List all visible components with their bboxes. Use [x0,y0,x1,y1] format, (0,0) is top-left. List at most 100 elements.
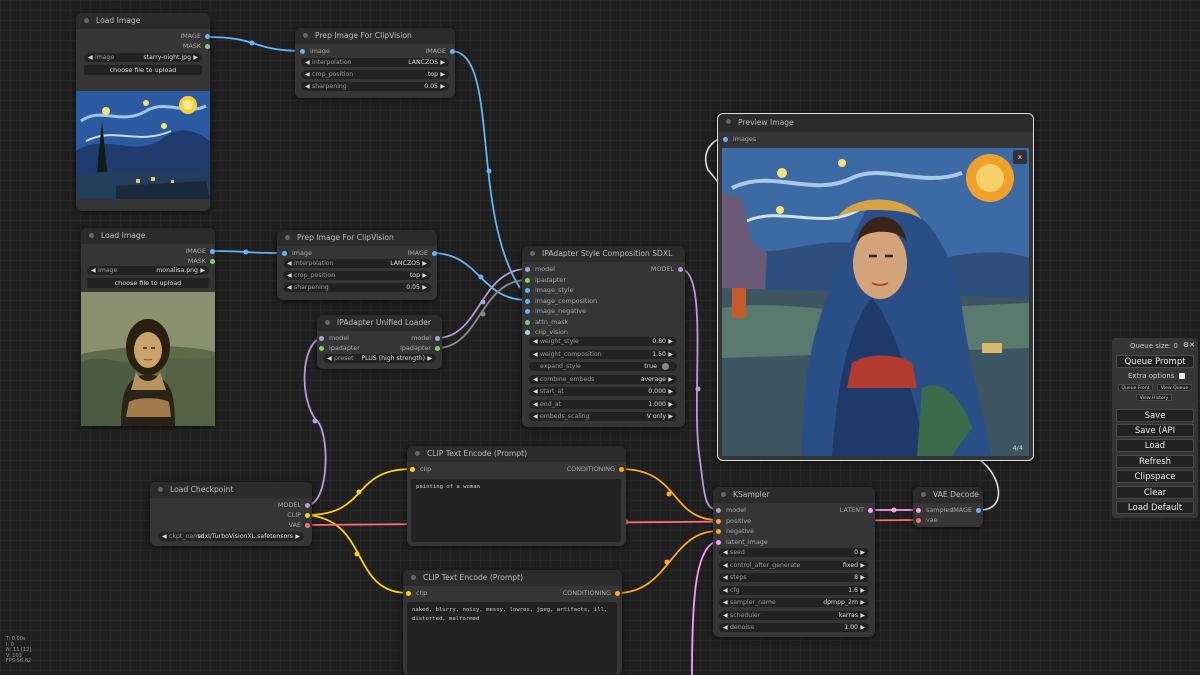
input-image[interactable]: image [300,46,330,56]
node-load-checkpoint[interactable]: Load Checkpoint MODEL CLIP VAE ◀ ckpt_nam… [150,482,312,546]
input-ipadapter[interactable]: ipadapter [525,275,566,285]
output-image[interactable]: IMAGE [141,31,210,41]
expand-style-toggle[interactable]: expand_style true [529,362,677,371]
refresh-button[interactable]: Refresh [1116,455,1194,468]
node-title[interactable]: IPAdapter Unified Loader [317,315,442,331]
close-icon[interactable]: ✕ [1189,341,1195,349]
input-model[interactable]: model [716,505,746,515]
output-conditioning[interactable]: CONDITIONING [535,464,624,474]
node-title[interactable]: Prep Image For ClipVision [277,230,437,246]
preset-combo[interactable]: ◀ preset PLUS (high strength) ▶ [323,354,436,363]
node-title[interactable]: VAE Decode [913,487,983,503]
node-clip-text-encode-positive[interactable]: CLIP Text Encode (Prompt) clip CONDITION… [407,446,626,546]
input-image-composition[interactable]: image_composition [525,296,597,306]
collapse-dot[interactable] [721,492,726,497]
seed-number[interactable]: ◀ seed 0 ▶ [719,548,869,557]
clear-button[interactable]: Clear [1116,486,1194,499]
queue-prompt-button[interactable]: Queue Prompt [1116,355,1194,368]
collapse-dot[interactable] [325,320,330,325]
node-prep-image-1[interactable]: Prep Image For ClipVision image IMAGE ◀ i… [295,28,455,98]
prompt-textarea[interactable]: painting of a woman [411,479,621,542]
node-title[interactable]: Load Checkpoint [150,482,312,498]
output-mask[interactable]: MASK [141,41,210,51]
output-image[interactable]: IMAGE [936,505,981,515]
start-at-number[interactable]: ◀ start_at 0.000 ▶ [529,387,677,396]
output-model[interactable]: MODEL [251,500,310,510]
output-mask[interactable]: MASK [146,256,215,266]
input-images[interactable]: images [723,134,756,144]
node-title[interactable]: CLIP Text Encode (Prompt) [403,570,622,586]
clipspace-button[interactable]: Clipspace [1116,470,1194,483]
weight-composition-number[interactable]: ◀ weight_composition 1.50 ▶ [529,349,677,359]
node-title[interactable]: Load Image [81,228,215,244]
upload-button[interactable]: choose file to upload [87,278,209,288]
collapse-dot[interactable] [411,575,416,580]
output-ipadapter[interactable]: ipadapter [381,343,440,353]
node-title[interactable]: Load Image [76,13,210,29]
input-clip[interactable]: clip [406,588,427,598]
collapse-dot[interactable] [285,235,290,240]
input-positive[interactable]: positive [716,516,751,526]
input-attn-mask[interactable]: attn_mask [525,317,568,327]
node-vae-decode[interactable]: VAE Decode samples vae IMAGE [913,487,983,527]
input-latent-image[interactable]: latent_image [716,537,768,547]
queue-front-button[interactable]: Queue Front [1118,384,1153,391]
embeds-scaling-combo[interactable]: ◀ embeds_scaling V only ▶ [529,412,677,421]
node-ksampler[interactable]: KSampler LATENT model positive negative … [713,487,875,637]
collapse-dot[interactable] [158,487,163,492]
extra-options-checkbox[interactable] [1178,373,1185,379]
output-clip[interactable]: CLIP [251,510,310,520]
collapse-dot[interactable] [726,119,731,124]
end-at-number[interactable]: ◀ end_at 1.000 ▶ [529,399,677,409]
node-load-image-2[interactable]: Load Image IMAGE MASK ◀ image monalisa.png… [81,228,215,426]
node-ipadapter-style-composition[interactable]: IPAdapter Style Composition SDXL MODEL m… [522,246,685,427]
input-vae[interactable]: vae [916,515,938,525]
toggle-knob[interactable] [662,363,669,370]
output-latent[interactable]: LATENT [814,505,873,515]
interpolation-combo[interactable]: ◀ interpolation LANCZOS ▶ [301,58,449,67]
upload-button[interactable]: choose file to upload [84,65,202,75]
interpolation-combo[interactable]: ◀ interpolation LANCZOS ▶ [283,259,431,268]
collapse-dot[interactable] [921,492,926,497]
input-model[interactable]: model [525,264,555,274]
combine-embeds-combo[interactable]: ◀ combine_embeds average ▶ [529,374,677,384]
view-queue-button[interactable]: View Queue [1157,384,1192,391]
input-image-style[interactable]: image_style [525,285,573,295]
crop-position-combo[interactable]: ◀ crop_position top ▶ [283,271,431,280]
image-combo[interactable]: ◀ image monalisa.png ▶ [87,266,209,275]
node-ipadapter-unified-loader[interactable]: IPAdapter Unified Loader model ipadapter… [317,315,442,369]
crop-position-combo[interactable]: ◀ crop_position top ▶ [301,70,449,79]
input-clip[interactable]: clip [410,464,431,474]
output-image[interactable]: IMAGE [146,246,215,256]
ckpt-name-combo[interactable]: ◀ ckpt_name sdxl/TurboVisionXL.safetensors… [158,532,304,541]
collapse-dot[interactable] [530,251,535,256]
output-image[interactable]: IMAGE [386,46,455,56]
node-title[interactable]: Preview Image [718,114,1033,132]
cfg-number[interactable]: ◀ cfg 1.6 ▶ [719,585,869,595]
input-model[interactable]: model [319,333,349,343]
collapse-dot[interactable] [84,18,89,23]
denoise-number[interactable]: ◀ denoise 1.00 ▶ [719,623,869,632]
node-title[interactable]: IPAdapter Style Composition SDXL [522,246,685,262]
output-model[interactable]: model [381,333,440,343]
steps-number[interactable]: ◀ steps 8 ▶ [719,573,869,582]
node-prep-image-2[interactable]: Prep Image For ClipVision image IMAGE ◀ i… [277,230,437,300]
sharpening-number[interactable]: ◀ sharpening 0.05 ▶ [283,283,431,292]
input-ipadapter[interactable]: ipadapter [319,343,360,353]
input-negative[interactable]: negative [716,526,754,536]
save-api-format-button[interactable]: Save (API Format) [1116,424,1194,449]
node-title[interactable]: CLIP Text Encode (Prompt) [407,446,626,462]
collapse-dot[interactable] [89,233,94,238]
sampler-name-combo[interactable]: ◀ sampler_name dpmpp_2m ▶ [719,598,869,607]
node-clip-text-encode-negative[interactable]: CLIP Text Encode (Prompt) clip CONDITION… [403,570,622,675]
image-combo[interactable]: ◀ image starry-night.jpg ▶ [84,53,202,62]
scheduler-combo[interactable]: ◀ scheduler karras ▶ [719,610,869,620]
collapse-dot[interactable] [415,451,420,456]
collapse-dot[interactable] [303,33,308,38]
output-model[interactable]: MODEL [624,264,683,274]
extra-options-toggle[interactable]: Extra options [1128,372,1185,380]
load-default-button[interactable]: Load Default [1116,501,1194,514]
view-history-button[interactable]: View History [1136,394,1172,401]
control-after-generate-combo[interactable]: ◀ control_after_generate fixed ▶ [719,560,869,570]
input-image-negative[interactable]: image_negative [525,306,586,316]
